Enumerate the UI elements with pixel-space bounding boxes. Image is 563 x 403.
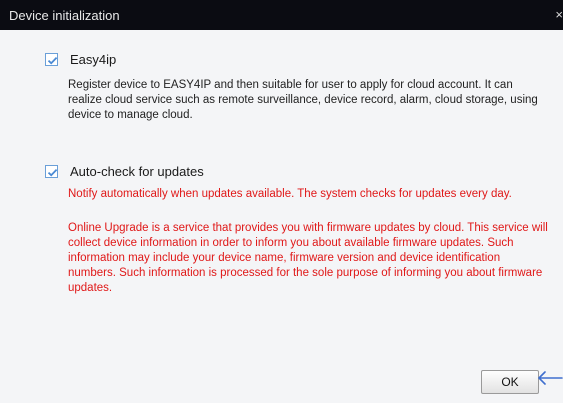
update-notice: Notify automatically when updates availa… [68, 188, 512, 200]
ok-button[interactable]: OK [481, 370, 539, 394]
easy4ip-description: Register device to EASY4IP and then suit… [68, 79, 538, 121]
easy4ip-checkbox[interactable] [45, 53, 58, 66]
arrow-left-icon [538, 371, 563, 385]
auto-check-checkbox[interactable] [45, 165, 58, 178]
window-title: Device initialization [9, 8, 120, 23]
check-icon [47, 168, 58, 177]
title-bar: Device initialization × [0, 0, 563, 30]
dialog-body: Easy4ip Register device to EASY4IP and t… [0, 30, 563, 403]
close-icon[interactable]: × [555, 7, 563, 22]
update-notice-clip: Notify automatically when updates availa… [68, 187, 538, 207]
auto-check-label: Auto-check for updates [70, 164, 204, 179]
check-icon [47, 56, 58, 65]
privacy-text: Online Upgrade is a service that provide… [68, 222, 548, 294]
easy4ip-label: Easy4ip [70, 52, 117, 67]
